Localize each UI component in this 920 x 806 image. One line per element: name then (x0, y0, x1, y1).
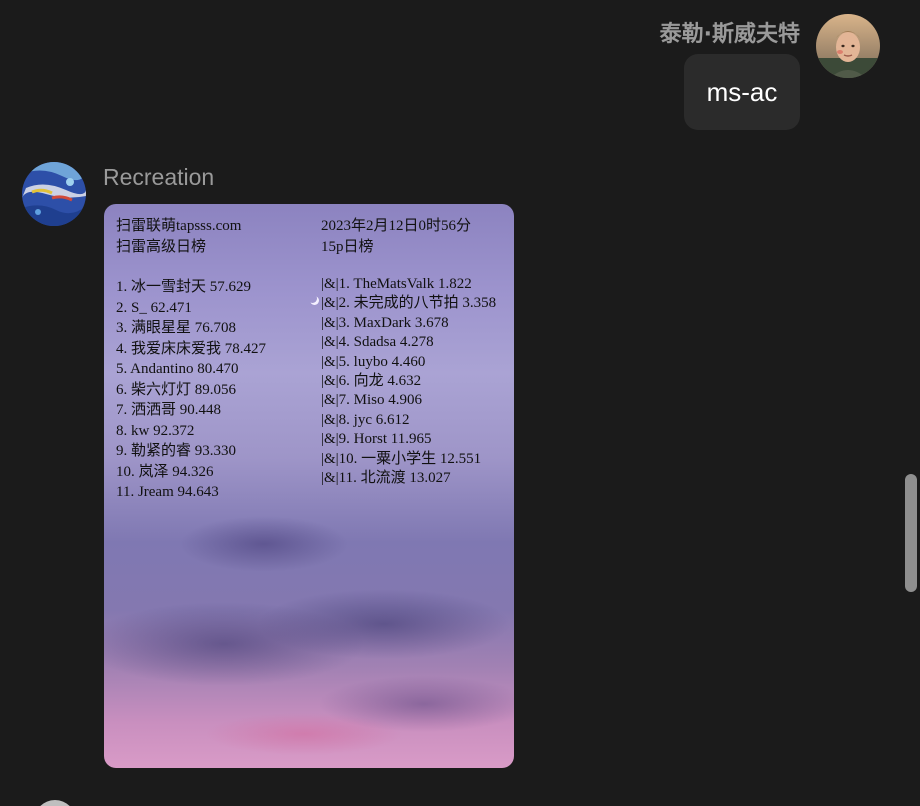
next-message-avatar[interactable] (34, 800, 76, 806)
list-item: |&|4. Sdadsa 4.278 (321, 334, 434, 351)
abstract-painting-icon (22, 162, 86, 226)
chat-view: 泰勒·斯威夫特 ms-ac Recreation 扫雷联萌tapsss.com … (0, 0, 920, 806)
incoming-avatar[interactable] (22, 162, 86, 226)
list-item: 10. 岚泽 94.326 (116, 463, 214, 480)
moon-icon (308, 294, 317, 303)
scrollbar-thumb[interactable] (905, 474, 917, 592)
leaderboard-right-list: |&|1. TheMatsValk 1.822 |&|2. 未完成的八节拍 3.… (321, 275, 496, 488)
image-timestamp: 2023年2月12日0时56分 (321, 218, 472, 234)
leaderboard-image[interactable]: 扫雷联萌tapsss.com 扫雷高级日榜 2023年2月12日0时56分 15… (104, 204, 514, 768)
list-item: 7. 洒洒哥 90.448 (116, 402, 222, 418)
image-subboard-title: 15p日榜 (321, 238, 374, 255)
list-item: |&|2. 未完成的八节拍 3.358 (321, 295, 497, 312)
list-item: |&|3. MaxDark 3.678 (321, 314, 449, 331)
list-item: 4. 我爱床床爱我 78.427 (116, 340, 267, 357)
list-item: 6. 柴六灯灯 89.056 (116, 381, 237, 398)
incoming-sender-name: Recreation (103, 164, 215, 190)
list-item: |&|5. luybo 4.460 (321, 353, 426, 370)
outgoing-avatar[interactable] (816, 14, 880, 78)
outgoing-sender-name: 泰勒·斯威夫特 (659, 22, 800, 47)
list-item: 1. 冰一雪封天 57.629 (116, 279, 252, 295)
person-portrait-icon (816, 14, 880, 78)
outgoing-message-bubble[interactable]: ms-ac (684, 54, 800, 130)
list-item: |&|6. 向龙 4.632 (321, 373, 422, 390)
list-item: |&|8. jyc 6.612 (321, 411, 410, 428)
list-item: 5. Andantino 80.470 (116, 361, 239, 377)
list-item: 2. S_ 62.471 (116, 299, 192, 316)
image-header-left: 扫雷联萌tapsss.com 扫雷高级日榜 (116, 216, 241, 257)
list-item: |&|1. TheMatsValk 1.822 (321, 276, 472, 292)
image-board-title: 扫雷高级日榜 (116, 238, 207, 255)
image-header-right: 2023年2月12日0时56分 15p日榜 (321, 216, 471, 257)
image-site-name: 扫雷联萌tapsss.com (116, 218, 242, 234)
list-item: |&|7. Miso 4.906 (321, 392, 423, 409)
list-item: 3. 满眼星星 76.708 (116, 320, 237, 336)
list-item: 9. 勒紧的睿 93.330 (116, 443, 237, 459)
list-item: 8. kw 92.372 (116, 422, 195, 439)
leaderboard-left-list: 1. 冰一雪封天 57.629 2. S_ 62.471 3. 满眼星星 76.… (116, 277, 266, 503)
outgoing-message-text: ms-ac (706, 76, 778, 107)
list-item: 11. Jream 94.643 (116, 484, 219, 500)
list-item: |&|9. Horst 11.965 (321, 431, 432, 448)
list-item: |&|11. 北流渡 13.027 (321, 470, 451, 487)
list-item: |&|10. 一粟小学生 12.551 (321, 450, 482, 467)
